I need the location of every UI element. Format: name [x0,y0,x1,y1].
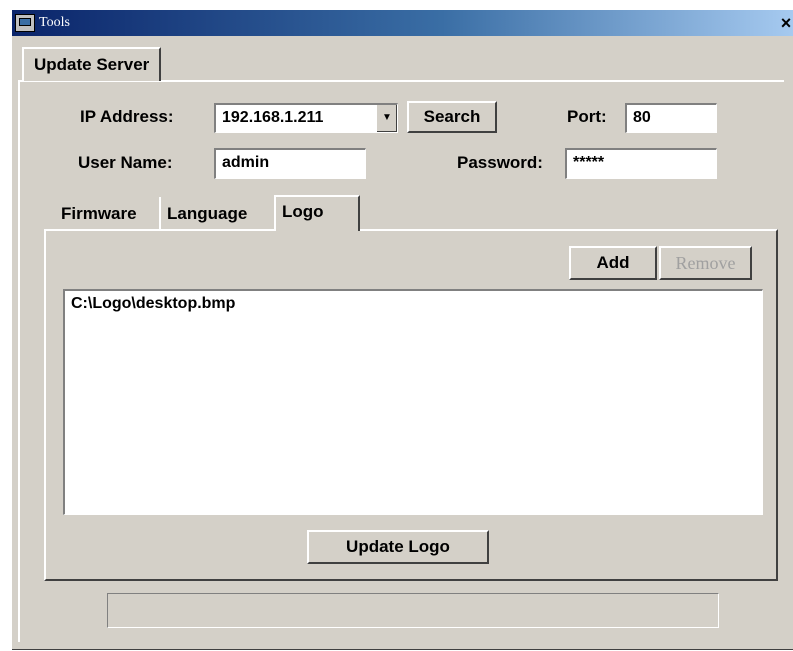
ip-address-combo[interactable]: 192.168.1.211 ▼ [214,103,398,133]
ip-address-label: IP Address: [80,107,174,126]
ip-address-value: 192.168.1.211 [222,109,324,126]
port-label: Port: [567,107,607,126]
port-field[interactable]: 80 [625,103,717,133]
tab-update-server[interactable]: Update Server [22,47,162,81]
list-item[interactable]: C:\Logo\desktop.bmp [71,295,235,313]
password-label: Password: [457,153,543,172]
progress-bar [107,593,719,628]
window-title: Tools [39,15,70,30]
tab-language[interactable]: Language [159,197,272,229]
remove-button: Remove [659,246,752,280]
tab-logo[interactable]: Logo [274,195,360,231]
update-logo-button[interactable]: Update Logo [307,530,489,564]
user-name-label: User Name: [78,153,173,172]
tab-firmware[interactable]: Firmware [55,197,159,229]
user-name-field[interactable]: admin [214,148,366,179]
close-icon[interactable]: × [776,12,793,34]
chevron-down-icon[interactable]: ▼ [376,105,397,132]
add-button[interactable]: Add [569,246,657,280]
title-bar: Tools × [12,10,793,36]
password-field[interactable]: ***** [565,148,717,179]
app-icon [15,14,35,32]
logo-file-list[interactable]: C:\Logo\desktop.bmp [63,289,763,515]
search-button[interactable]: Search [407,101,497,133]
